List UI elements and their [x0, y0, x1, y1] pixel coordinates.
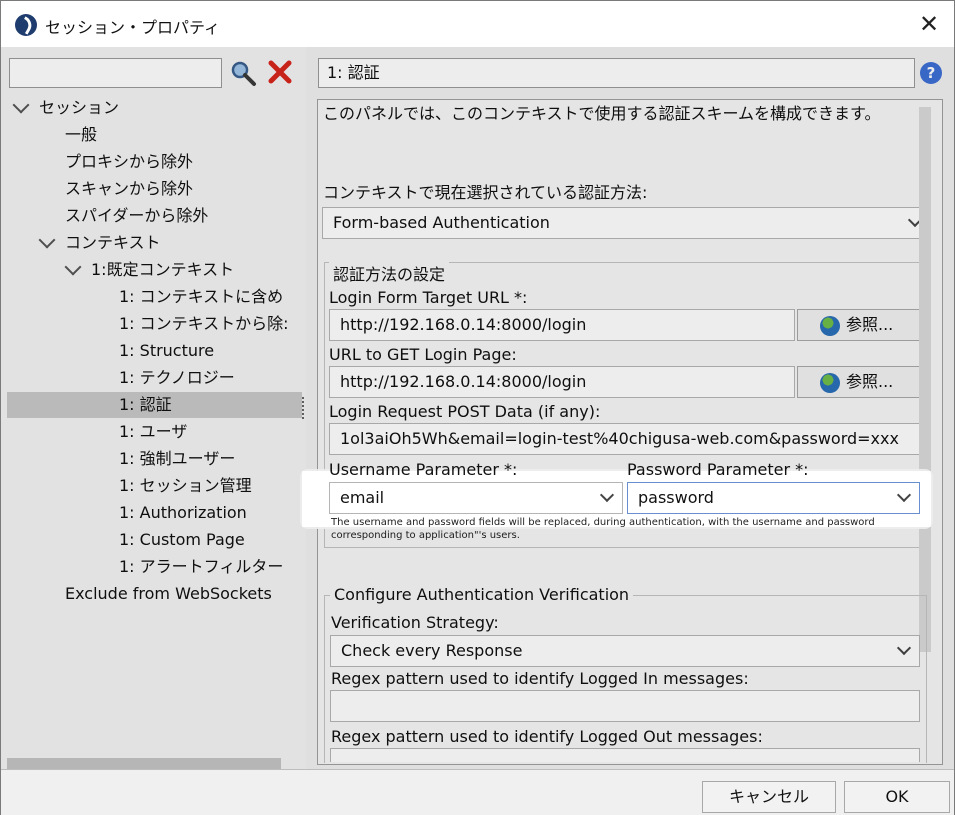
get-login-url-field[interactable]: http://192.168.0.14:8000/login — [329, 366, 795, 398]
tree-item-label: 一般 — [65, 125, 98, 144]
password-param-select[interactable]: password — [627, 482, 920, 514]
username-param-value: email — [340, 488, 385, 507]
tree-item-label: プロキシから除外 — [65, 152, 194, 171]
tree-item-label: 1: コンテキストから除: — [119, 314, 289, 333]
zap-logo-icon — [15, 14, 37, 36]
chevron-down-icon — [896, 640, 912, 656]
tree-item[interactable]: 1:既定コンテキスト — [1, 257, 301, 283]
chevron-down-icon[interactable] — [38, 231, 56, 249]
horizontal-scrollbar[interactable] — [7, 758, 281, 769]
strategy-label: Verification Strategy: — [331, 613, 499, 632]
button-bar: キャンセル OK — [1, 769, 954, 815]
tree-item[interactable]: プロキシから除外 — [1, 149, 301, 175]
splitter-handle[interactable] — [302, 397, 306, 419]
auth-method-value: Form-based Authentication — [333, 213, 550, 232]
tree-item-label: セッション — [39, 98, 120, 117]
window-title: セッション・プロパティ — [45, 18, 221, 37]
cancel-button[interactable]: キャンセル — [702, 781, 836, 813]
tree-item[interactable]: コンテキスト — [1, 230, 301, 256]
tree-item-label: スキャンから除外 — [65, 179, 194, 198]
tree-item[interactable]: 1: Structure — [1, 338, 301, 364]
tree-item-label: 1:既定コンテキスト — [91, 260, 235, 279]
tree-item[interactable]: 1: コンテキストから除: — [1, 311, 301, 337]
tree-item[interactable]: 1: Custom Page — [1, 527, 301, 553]
chevron-down-icon — [896, 487, 912, 503]
tree-item-label: 1: セッション管理 — [119, 476, 252, 495]
tree-item-label: 1: 認証 — [119, 395, 172, 414]
tree-item-label: スパイダーから除外 — [65, 206, 209, 225]
tree-search-input[interactable] — [9, 58, 222, 88]
password-param-label: Password Parameter *: — [627, 460, 809, 479]
tree-item[interactable]: 1: アラートフィルター — [1, 554, 301, 580]
panel-description: このパネルでは、このコンテキストで使用する認証スキームを構成できます。 — [323, 104, 881, 123]
parameter-note-line1: The username and password fields will be… — [331, 517, 875, 528]
tree-item-label: 1: Structure — [119, 341, 215, 360]
auth-method-label: コンテキストで現在選択されている認証方法: — [323, 183, 648, 202]
post-data-label: Login Request POST Data (if any): — [329, 402, 601, 421]
ok-button[interactable]: OK — [844, 781, 950, 813]
tree-item-label: コンテキスト — [65, 233, 161, 252]
post-data-field[interactable]: 1ol3aiOh5Wh&email=login-test%40chigusa-w… — [329, 423, 921, 455]
tree-item[interactable]: 1: Authorization — [1, 500, 301, 526]
username-param-select[interactable]: email — [329, 482, 623, 514]
tree-item[interactable]: セッション — [1, 95, 301, 121]
session-properties-dialog: セッション・プロパティ ✕ セッション一般プロキシから除外 スキャンから除外 スパイ… — [0, 0, 955, 815]
search-icon[interactable] — [229, 59, 257, 87]
tree-item[interactable]: 一般 — [1, 122, 301, 148]
tree-item[interactable]: スキャンから除外 — [1, 176, 301, 202]
logged-out-label: Regex pattern used to identify Logged Ou… — [331, 727, 763, 746]
tree-item[interactable]: Exclude from WebSockets — [1, 581, 301, 607]
panel-title: 1: 認証 — [318, 58, 915, 88]
clear-search-icon[interactable] — [267, 59, 293, 85]
tree-item[interactable]: スパイダーから除外 — [1, 203, 301, 229]
browse-label: 参照... — [846, 372, 894, 391]
close-icon[interactable]: ✕ — [916, 11, 942, 37]
tree-item-label: 1: 強制ユーザー — [119, 449, 236, 468]
tree-item-label: Exclude from WebSockets — [65, 584, 272, 603]
tree-item-label: 1: コンテキストに含め — [119, 287, 284, 306]
vertical-scrollbar[interactable] — [919, 107, 931, 652]
browse-button-2[interactable]: 参照... — [797, 366, 921, 398]
login-target-url-field[interactable]: http://192.168.0.14:8000/login — [329, 309, 795, 341]
auth-settings-title: 認証方法の設定 — [329, 261, 450, 285]
browse-label: 参照... — [846, 315, 894, 334]
parameter-note-line2: corresponding to application"'s users. — [331, 530, 520, 541]
tree-item[interactable]: 1: ユーザ — [1, 419, 301, 445]
tree-item[interactable]: 1: セッション管理 — [1, 473, 301, 499]
password-param-value: password — [638, 488, 714, 507]
chevron-down-icon — [599, 487, 615, 503]
help-icon[interactable]: ? — [920, 62, 942, 84]
logged-out-regex-field[interactable] — [330, 748, 920, 762]
logged-in-regex-field[interactable] — [330, 690, 920, 722]
login-target-label: Login Form Target URL *: — [329, 288, 528, 307]
auth-method-select[interactable]: Form-based Authentication — [322, 207, 931, 239]
tree-item-label: 1: Authorization — [119, 503, 247, 522]
chevron-down-icon[interactable] — [64, 258, 82, 276]
tree-item-label: 1: テクノロジー — [119, 368, 235, 387]
title-bar: セッション・プロパティ ✕ — [1, 1, 954, 47]
get-login-label: URL to GET Login Page: — [329, 345, 517, 364]
left-panel: セッション一般プロキシから除外 スキャンから除外 スパイダーから除外 コンテキスト 1:… — [1, 47, 306, 769]
verification-title: Configure Authentication Verification — [330, 585, 634, 604]
username-param-label: Username Parameter *: — [329, 460, 518, 479]
globe-icon — [820, 373, 840, 393]
tree-item-label: 1: アラートフィルター — [119, 557, 284, 576]
parameter-note: The username and password fields will be… — [331, 516, 891, 542]
session-tree: セッション一般プロキシから除外 スキャンから除外 スパイダーから除外 コンテキスト 1:… — [1, 95, 306, 755]
tree-item-label: 1: Custom Page — [119, 530, 245, 549]
tree-item[interactable]: 1: 認証 — [7, 392, 302, 418]
logged-in-label: Regex pattern used to identify Logged In… — [331, 669, 749, 688]
globe-icon — [820, 316, 840, 336]
browse-button-1[interactable]: 参照... — [797, 309, 921, 341]
strategy-value: Check every Response — [341, 641, 523, 660]
tree-item[interactable]: 1: コンテキストに含め — [1, 284, 301, 310]
tree-item[interactable]: 1: 強制ユーザー — [1, 446, 301, 472]
tree-item[interactable]: 1: テクノロジー — [1, 365, 301, 391]
tree-item-label: 1: ユーザ — [119, 422, 188, 441]
strategy-select[interactable]: Check every Response — [330, 635, 920, 667]
chevron-down-icon[interactable] — [12, 96, 30, 114]
